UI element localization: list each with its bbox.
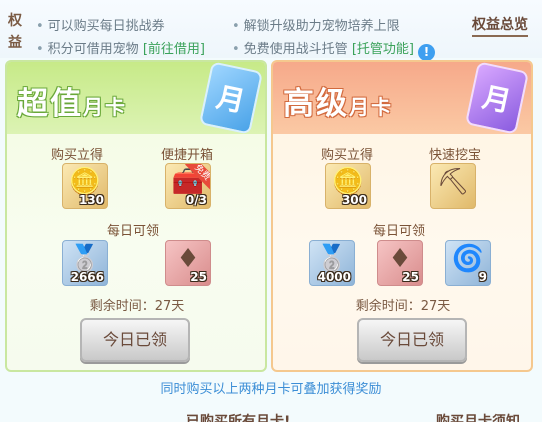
- gold-ingot-item[interactable]: 🪙 300: [325, 163, 371, 209]
- benefit-item: • 解锁升级助力宠物培养上限: [232, 19, 400, 34]
- daily-claim-label: 每日可领: [372, 224, 425, 239]
- red-gem-item[interactable]: ♦ 25: [377, 240, 423, 286]
- premium-monthly-card: 高级月卡 月 购买立得 快速挖宝 🪙 300 ⛏ 每日可领 🥈 4000 ♦ 2…: [271, 60, 533, 372]
- claimed-today-button[interactable]: 今日已领: [357, 318, 467, 362]
- benefit-item: • 积分可借用宠物 [前往借用]: [36, 42, 205, 57]
- purchased-all-cards-text: 已购买所有月卡!: [186, 414, 291, 422]
- benefit-text: 可以购买每日挑战券: [47, 19, 165, 34]
- rights-label: 权益: [8, 13, 22, 51]
- benefit-text: 免费使用战斗托管: [243, 42, 348, 57]
- value-monthly-card: 超值月卡 月 购买立得 便捷开箱 🪙 130 🧰 免费 0/3 每日可领 🥈 2…: [5, 60, 267, 372]
- silver-ingot-item[interactable]: 🥈 4000: [309, 240, 355, 286]
- stack-rewards-note: 同时购买以上两种月卡可叠加获得奖励: [160, 382, 382, 397]
- auto-battle-link[interactable]: [托管功能]: [352, 42, 414, 57]
- card-title: 超值月卡: [17, 86, 127, 122]
- claimed-today-button[interactable]: 今日已领: [80, 318, 190, 362]
- rights-overview-link[interactable]: 权益总览: [472, 14, 528, 37]
- shovel-item[interactable]: ⛏: [430, 163, 476, 209]
- remaining-time: 剩余时间：27天: [89, 299, 185, 314]
- buy-instant-label: 购买立得: [50, 148, 103, 163]
- gold-ingot-item[interactable]: 🪙 130: [62, 163, 108, 209]
- shovel-icon: ⛏: [436, 167, 470, 197]
- quick-open-label: 便捷开箱: [160, 148, 213, 163]
- benefit-item: • 可以购买每日挑战券: [36, 19, 165, 34]
- chest-item[interactable]: 🧰 免费 0/3: [165, 163, 211, 209]
- benefit-text: 积分可借用宠物: [47, 42, 139, 57]
- info-icon[interactable]: !: [417, 44, 435, 61]
- buy-instant-label: 购买立得: [320, 148, 373, 163]
- borrow-link[interactable]: [前往借用]: [143, 42, 205, 57]
- red-gem-item[interactable]: ♦ 25: [165, 240, 211, 286]
- purchase-notice-link[interactable]: 购买月卡须知: [436, 411, 520, 422]
- benefit-text: 解锁升级助力宠物培养上限: [243, 19, 400, 34]
- daily-claim-label: 每日可领: [106, 224, 159, 239]
- spirit-orb-item[interactable]: 🌀 9: [445, 240, 491, 286]
- remaining-time: 剩余时间：27天: [355, 299, 451, 314]
- quick-dig-label: 快速挖宝: [428, 148, 481, 163]
- card-title: 高级月卡: [283, 86, 393, 122]
- silver-ingot-item[interactable]: 🥈 2666: [62, 240, 108, 286]
- benefit-item: • 免费使用战斗托管 [托管功能]!: [232, 38, 435, 61]
